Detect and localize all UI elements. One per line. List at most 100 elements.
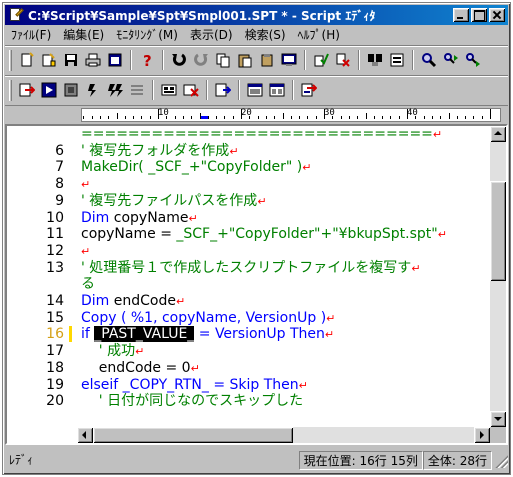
maximize-button[interactable] [471, 8, 487, 22]
code-line[interactable]: Copy ( %1, copyName, VersionUp )↵ [81, 310, 335, 327]
horizontal-scroll-thumb[interactable] [93, 427, 293, 443]
copy-icon [216, 53, 230, 68]
code-line[interactable]: ' 処理番号１で作成したスクリプトファイルを複写す↵ [81, 260, 421, 277]
toolbar-grip[interactable] [9, 49, 12, 71]
trace-button[interactable] [126, 79, 148, 101]
paste-special-icon [261, 54, 273, 67]
code-token: endCode [113, 293, 176, 309]
ruler-label-20: 20 [241, 108, 252, 118]
ruler-tick [266, 116, 267, 119]
search-next-button[interactable] [440, 49, 462, 71]
vertical-scrollbar[interactable] [490, 126, 506, 427]
ruler-tick [117, 113, 118, 119]
search-button[interactable] [418, 49, 440, 71]
stop-button[interactable] [60, 79, 82, 101]
resize-grip[interactable] [494, 453, 508, 468]
find-button[interactable] [364, 49, 386, 71]
code-line[interactable]: ' 複写先ファイルパスを作成↵ [81, 193, 267, 210]
toolbar-separator [162, 50, 164, 70]
code-line[interactable]: elseif _COPY_RTN_ = Skip Then↵ [81, 377, 308, 394]
output-button[interactable] [212, 79, 234, 101]
code-line[interactable]: MakeDir( _SCF_+"CopyFolder" )↵ [81, 159, 311, 176]
line-number: 12 [46, 243, 64, 259]
properties-button[interactable] [104, 49, 126, 71]
output-icon [215, 83, 231, 97]
code-line[interactable]: ==============================↵ [81, 126, 442, 143]
run-button[interactable] [38, 79, 60, 101]
code-editor[interactable]: 6 7 8 9 10 11 12 13 14 15 16 17 18 19 20 =============… [5, 124, 508, 445]
check-syntax-button[interactable] [310, 49, 332, 71]
redo-button[interactable] [190, 49, 212, 71]
code-line[interactable]: ' 複写先フォルダを作成↵ [81, 143, 239, 160]
clear-error-icon [336, 53, 350, 67]
app-icon[interactable] [8, 7, 24, 23]
paste-special-button[interactable] [256, 49, 278, 71]
eol-marker-icon: ↵ [302, 161, 312, 174]
undo-button[interactable] [168, 49, 190, 71]
ruler-tick [407, 109, 408, 119]
code-token: _SCF_+"CopyFolder"+"¥bkupSpt.spt" [176, 226, 438, 242]
copy-button[interactable] [212, 49, 234, 71]
code-line[interactable]: if _PAST_VALUE_ = VersionUp Then↵ [81, 326, 334, 343]
replace-button[interactable] [386, 49, 408, 71]
eol-marker-icon: ↵ [298, 379, 308, 392]
delete-watch-button[interactable] [180, 79, 202, 101]
code-token: copyName [113, 210, 189, 226]
step-button[interactable] [16, 79, 38, 101]
scroll-up-button[interactable] [490, 126, 506, 142]
compile-button[interactable] [298, 79, 320, 101]
monitor-button[interactable] [278, 49, 300, 71]
close-button[interactable] [489, 8, 505, 22]
toolbar-grip[interactable] [9, 79, 12, 101]
title-bar[interactable]: C:¥Script¥Sample¥Spt¥Smpl001.SPT * - Scr… [5, 5, 508, 25]
search-prev-icon [466, 53, 480, 67]
eol-marker-icon: ↵ [257, 195, 267, 208]
code-line[interactable]: ↵ [81, 176, 90, 193]
code-line[interactable]: Dim endCode↵ [81, 293, 185, 310]
watch-button[interactable] [158, 79, 180, 101]
code-area[interactable]: ==============================↵ ' 複写先フォルダ… [81, 126, 487, 443]
break-icon [88, 84, 96, 97]
svg-text:?: ? [143, 52, 152, 68]
window2-button[interactable] [266, 79, 288, 101]
break-all-button[interactable] [104, 79, 126, 101]
menu-help[interactable]: ﾍﾙﾌﾟ(H) [292, 26, 346, 44]
delete-watch-icon [183, 84, 199, 97]
print-button[interactable] [82, 49, 104, 71]
scroll-down-button[interactable] [490, 411, 506, 427]
clear-error-button[interactable] [332, 49, 354, 71]
break-button[interactable] [82, 79, 104, 101]
monitor-icon [281, 53, 297, 66]
window1-button[interactable] [244, 79, 266, 101]
open-file-button[interactable] [38, 49, 60, 71]
eol-marker-icon: ↵ [432, 128, 443, 141]
search-prev-button[interactable] [462, 49, 484, 71]
menu-view[interactable]: 表示(D) [184, 26, 239, 44]
ruler-tick [399, 116, 400, 119]
minimize-button[interactable] [453, 8, 469, 22]
save-button[interactable] [60, 49, 82, 71]
ruler-tick [158, 109, 159, 119]
vertical-scroll-thumb[interactable] [490, 181, 506, 281]
menu-edit[interactable]: 編集(E) [57, 26, 110, 44]
code-token: = VersionUp Then [194, 326, 325, 342]
menu-search[interactable]: 検索(S) [239, 26, 292, 44]
paste-button[interactable] [234, 49, 256, 71]
code-line[interactable]: copyName = _SCF_+"CopyFolder"+"¥bkupSpt.… [81, 226, 447, 243]
step-icon [19, 83, 35, 97]
code-line[interactable]: ' 成功↵ [81, 343, 145, 360]
help-button[interactable]: ? [136, 49, 158, 71]
ruler-tick [424, 116, 425, 119]
code-line[interactable]: る [81, 276, 95, 292]
code-line[interactable]: ' 日付が同じなのでスキップした [81, 393, 303, 409]
new-file-button[interactable] [16, 49, 38, 71]
scroll-right-button[interactable] [474, 427, 490, 443]
menu-monitoring[interactable]: ﾓﾆﾀﾘﾝｸﾞ(M) [110, 26, 184, 44]
code-line[interactable]: ↵ [81, 243, 90, 260]
scroll-left-button[interactable] [77, 427, 93, 443]
code-line[interactable]: endCode = 0↵ [81, 360, 200, 377]
ruler-label-30: 30 [324, 108, 335, 118]
horizontal-scrollbar[interactable] [77, 427, 490, 443]
code-line[interactable]: Dim copyName↵ [81, 210, 198, 227]
menu-file[interactable]: ﾌｧｲﾙ(F) [5, 26, 57, 44]
